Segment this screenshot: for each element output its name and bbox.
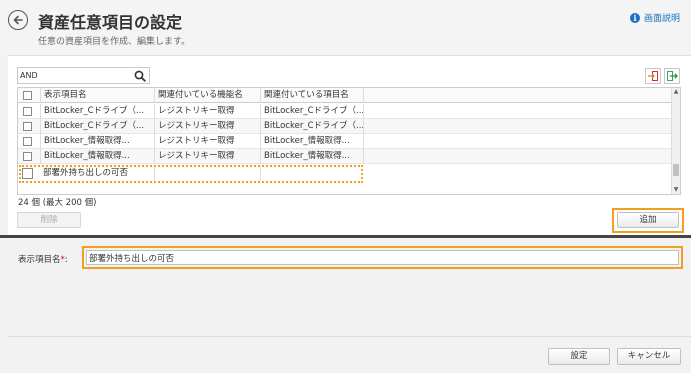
help-label: 画面説明 [643, 14, 680, 24]
page-header: 資産任意項目の設定 任意の資産項目を作成、編集します。 i 画面説明 [0, 0, 691, 54]
row-item-name: BitLocker_情報取得... [260, 134, 364, 149]
footer-bar: 設定 キャンセル [8, 336, 691, 373]
back-button[interactable] [8, 10, 28, 30]
import-icon [648, 71, 658, 81]
column-header-function-name[interactable]: 関連付いている機能名 [154, 88, 260, 103]
row-item-name: BitLocker_Cドライブ（... [260, 119, 364, 134]
select-all-cell [18, 88, 40, 103]
table-row[interactable]: BitLocker_Cドライブ（... レジストリキー取得 BitLocker_… [18, 104, 673, 119]
info-icon: i [629, 12, 640, 23]
search-input[interactable] [20, 69, 128, 82]
row-display-name: BitLocker_Cドライブ（... [40, 119, 154, 134]
page-subtitle: 任意の資産項目を作成、編集します。 [38, 37, 191, 47]
row-checkbox-cell [18, 134, 40, 149]
row-item-name: BitLocker_情報取得... [260, 149, 364, 164]
import-button[interactable] [645, 68, 661, 84]
page: 資産任意項目の設定 任意の資産項目を作成、編集します。 i 画面説明 AND 表… [0, 0, 691, 373]
row-display-name: BitLocker_情報取得... [40, 134, 154, 149]
save-button[interactable]: 設定 [548, 348, 610, 365]
scrollbar-thumb[interactable] [673, 164, 679, 176]
row-function-name: レジストリキー取得 [154, 119, 260, 134]
item-count: 24 個 (最大 200 個) [18, 198, 97, 208]
display-name-input[interactable] [86, 250, 679, 265]
row-checkbox-cell [18, 119, 40, 134]
cancel-button[interactable]: キャンセル [617, 348, 681, 365]
search-field [17, 67, 150, 84]
table-row[interactable]: BitLocker_情報取得... レジストリキー取得 BitLocker_情報… [18, 134, 673, 149]
table-row[interactable]: BitLocker_情報取得... レジストリキー取得 BitLocker_情報… [18, 149, 673, 164]
table-header: 表示項目名 関連付いている機能名 関連付いている項目名 [18, 88, 673, 103]
item-list-panel: 表示項目名 関連付いている機能名 関連付いている項目名 BitLocker_Cド… [8, 55, 691, 235]
item-table: 表示項目名 関連付いている機能名 関連付いている項目名 BitLocker_Cド… [17, 87, 681, 195]
new-row-highlight [19, 165, 363, 183]
row-function-name: レジストリキー取得 [154, 104, 260, 119]
export-icon [667, 71, 678, 81]
label-colon: : [64, 255, 68, 265]
row-checkbox-cell [18, 149, 40, 164]
export-button[interactable] [664, 68, 680, 84]
row-checkbox[interactable] [23, 152, 32, 161]
row-item-name: BitLocker_Cドライブ（... [260, 104, 364, 119]
help-link[interactable]: i 画面説明 [629, 11, 680, 24]
row-display-name: BitLocker_Cドライブ（... [40, 104, 154, 119]
page-title: 資産任意項目の設定 [38, 13, 183, 32]
table-scrollbar[interactable]: ▲ ▼ [671, 88, 680, 194]
row-checkbox-cell [18, 104, 40, 119]
table-row[interactable]: BitLocker_Cドライブ（... レジストリキー取得 BitLocker_… [18, 119, 673, 134]
search-icon[interactable] [134, 70, 146, 82]
scroll-down-icon[interactable]: ▼ [672, 186, 680, 194]
row-function-name: レジストリキー取得 [154, 149, 260, 164]
row-checkbox[interactable] [23, 107, 32, 116]
row-display-name: BitLocker_情報取得... [40, 149, 154, 164]
select-all-checkbox[interactable] [23, 91, 32, 100]
row-checkbox[interactable] [23, 137, 32, 146]
edit-form: 表示項目名*: [8, 238, 691, 336]
delete-button[interactable]: 削除 [17, 212, 81, 228]
display-name-label-text: 表示項目名 [18, 255, 61, 265]
row-checkbox[interactable] [23, 122, 32, 131]
row-function-name: レジストリキー取得 [154, 134, 260, 149]
display-name-label: 表示項目名*: [18, 253, 68, 265]
scroll-up-icon[interactable]: ▲ [672, 88, 680, 96]
arrow-left-icon [13, 15, 23, 25]
column-header-display-name[interactable]: 表示項目名 [40, 88, 154, 103]
column-header-item-name[interactable]: 関連付いている項目名 [260, 88, 364, 103]
add-button[interactable]: 追加 [617, 212, 679, 228]
